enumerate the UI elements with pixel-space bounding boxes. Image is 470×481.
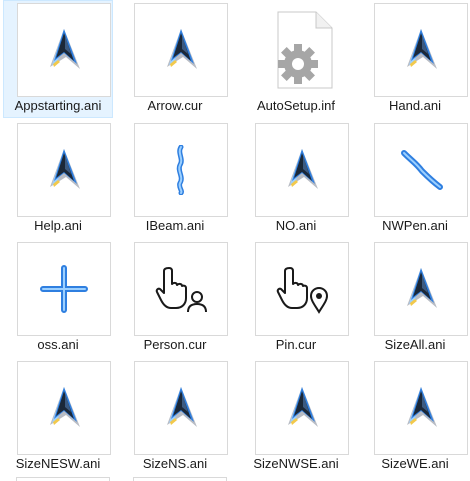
file-name: SizeNESW.ani bbox=[15, 456, 101, 471]
file-name: NO.ani bbox=[275, 218, 317, 233]
file-item-sizewe[interactable]: SizeWE.ani bbox=[360, 358, 470, 476]
thumbnail bbox=[374, 242, 468, 336]
file-item-sizens[interactable]: SizeNS.ani bbox=[120, 358, 230, 476]
thumbnail bbox=[374, 3, 468, 97]
thumbnail bbox=[255, 3, 349, 97]
file-name: SizeNS.ani bbox=[142, 456, 208, 471]
arrow-cursor-icon bbox=[161, 27, 201, 73]
file-item-sizenesw[interactable]: SizeNESW.ani bbox=[3, 358, 113, 476]
thumbnail bbox=[134, 242, 228, 336]
file-item-sizenwse[interactable]: SizeNWSE.ani bbox=[241, 358, 351, 476]
arrow-cursor-icon bbox=[44, 147, 84, 193]
thumbnail bbox=[17, 242, 111, 336]
file-item-ibeam[interactable]: IBeam.ani bbox=[120, 120, 230, 238]
file-item-autosetup[interactable]: AutoSetup.inf bbox=[241, 0, 351, 118]
arrow-cursor-icon bbox=[44, 27, 84, 73]
thumbnail bbox=[17, 123, 111, 217]
file-name: Appstarting.ani bbox=[14, 98, 102, 113]
thumbnail bbox=[17, 3, 111, 97]
arrow-cursor-icon bbox=[401, 27, 441, 73]
file-name: Help.ani bbox=[34, 218, 82, 233]
file-name: SizeWE.ani bbox=[381, 456, 449, 471]
next-row-thumbnail bbox=[133, 477, 227, 481]
file-item-appstarting[interactable]: Appstarting.ani bbox=[3, 0, 113, 118]
thumbnail bbox=[374, 361, 468, 455]
file-name: IBeam.ani bbox=[145, 218, 205, 233]
thumbnail bbox=[134, 3, 228, 97]
thumbnail bbox=[17, 361, 111, 455]
thumbnail bbox=[255, 242, 349, 336]
file-item-sizeall[interactable]: SizeAll.ani bbox=[360, 239, 470, 357]
file-name: Pin.cur bbox=[275, 337, 317, 352]
file-item-help[interactable]: Help.ani bbox=[3, 120, 113, 238]
file-name: oss.ani bbox=[37, 337, 79, 352]
ibeam-cursor-icon bbox=[174, 145, 188, 195]
arrow-cursor-icon bbox=[282, 385, 322, 431]
thumbnail bbox=[374, 123, 468, 217]
file-item-no[interactable]: NO.ani bbox=[241, 120, 351, 238]
thumbnail bbox=[134, 123, 228, 217]
file-name: NWPen.ani bbox=[382, 218, 448, 233]
file-item-arrow[interactable]: Arrow.cur bbox=[120, 0, 230, 118]
file-grid: Appstarting.ani Arrow.cur AutoSetup.inf … bbox=[0, 0, 470, 481]
next-row-thumbnail bbox=[16, 477, 110, 481]
arrow-cursor-icon bbox=[161, 385, 201, 431]
settings-file-icon bbox=[264, 8, 340, 92]
hand-person-cursor-icon bbox=[153, 264, 209, 314]
file-name: SizeNWSE.ani bbox=[253, 456, 339, 471]
arrow-cursor-icon bbox=[401, 385, 441, 431]
file-name: SizeAll.ani bbox=[384, 337, 446, 352]
pen-cursor-icon bbox=[398, 147, 444, 193]
thumbnail bbox=[255, 361, 349, 455]
arrow-cursor-icon bbox=[401, 266, 441, 312]
file-item-person[interactable]: Person.cur bbox=[120, 239, 230, 357]
file-item-pin[interactable]: Pin.cur bbox=[241, 239, 351, 357]
file-item-hand[interactable]: Hand.ani bbox=[360, 0, 470, 118]
file-item-nwpen[interactable]: NWPen.ani bbox=[360, 120, 470, 238]
arrow-cursor-icon bbox=[44, 385, 84, 431]
file-name: AutoSetup.inf bbox=[256, 98, 336, 113]
thumbnail bbox=[255, 123, 349, 217]
thumbnail bbox=[134, 361, 228, 455]
arrow-cursor-icon bbox=[282, 147, 322, 193]
file-name: Person.cur bbox=[143, 337, 207, 352]
file-name: Arrow.cur bbox=[147, 98, 203, 113]
file-name: Hand.ani bbox=[388, 98, 442, 113]
file-item-oss[interactable]: oss.ani bbox=[3, 239, 113, 357]
hand-pin-cursor-icon bbox=[274, 264, 330, 314]
cross-cursor-icon bbox=[39, 264, 89, 314]
